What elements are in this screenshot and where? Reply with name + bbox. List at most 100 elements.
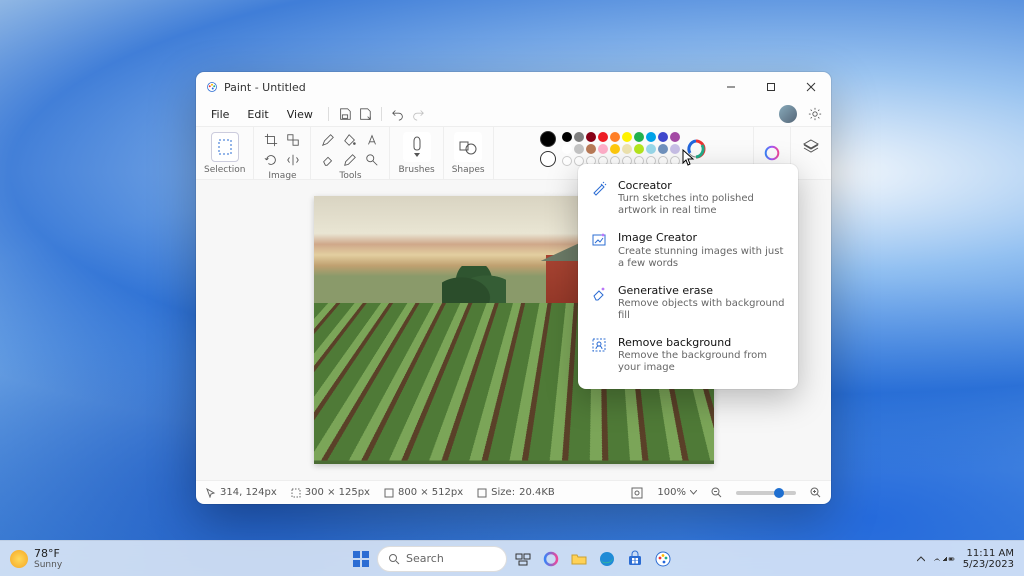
canvas-size: 800 × 512px bbox=[384, 487, 463, 498]
save-as-icon[interactable] bbox=[357, 106, 373, 122]
color-swatch[interactable] bbox=[598, 132, 608, 142]
copilot-item-desc: Remove objects with background fill bbox=[618, 298, 786, 322]
primary-color[interactable] bbox=[540, 131, 556, 147]
color-swatch[interactable] bbox=[586, 144, 596, 154]
settings-icon[interactable] bbox=[807, 106, 823, 122]
search-icon bbox=[388, 553, 400, 565]
color-swatch[interactable] bbox=[658, 132, 668, 142]
weather-cond: Sunny bbox=[34, 560, 62, 570]
zoom-in-icon[interactable] bbox=[810, 487, 821, 498]
group-brushes-label: Brushes bbox=[398, 165, 434, 175]
mouse-cursor bbox=[682, 149, 696, 167]
selection-size: 300 × 125px bbox=[291, 487, 370, 498]
system-tray[interactable]: 11:11 AM 5/23/2023 bbox=[917, 548, 1014, 570]
color-swatch[interactable] bbox=[646, 144, 656, 154]
copilot-taskbar-icon[interactable] bbox=[539, 547, 563, 571]
tray-status-icons[interactable] bbox=[933, 553, 955, 565]
task-view-icon[interactable] bbox=[511, 547, 535, 571]
weather-temp: 78°F bbox=[34, 547, 62, 560]
group-tools: Tools bbox=[311, 127, 390, 179]
flip-icon[interactable] bbox=[284, 151, 302, 169]
fill-icon[interactable] bbox=[341, 131, 359, 149]
close-button[interactable] bbox=[791, 72, 831, 102]
image-spark-icon bbox=[590, 231, 608, 249]
copilot-item-3[interactable]: Remove backgroundRemove the background f… bbox=[578, 329, 798, 381]
color-picker-icon[interactable] bbox=[341, 151, 359, 169]
file-size: Size: 20.4KB bbox=[477, 487, 555, 498]
color-swatch[interactable] bbox=[574, 144, 584, 154]
color-swatch[interactable] bbox=[574, 132, 584, 142]
color-swatch[interactable] bbox=[634, 144, 644, 154]
menu-file[interactable]: File bbox=[204, 106, 236, 123]
selection-tool[interactable] bbox=[211, 132, 239, 162]
group-selection-label: Selection bbox=[204, 165, 245, 175]
undo-icon[interactable] bbox=[390, 106, 406, 122]
maximize-button[interactable] bbox=[751, 72, 791, 102]
magnifier-icon[interactable] bbox=[363, 151, 381, 169]
color-swatch[interactable] bbox=[646, 132, 656, 142]
rotate-icon[interactable] bbox=[262, 151, 280, 169]
window-title: Paint - Untitled bbox=[224, 81, 306, 94]
group-brushes: Brushes bbox=[390, 127, 443, 179]
paint-app-icon bbox=[206, 81, 218, 93]
color-swatch[interactable] bbox=[622, 132, 632, 142]
minimize-button[interactable] bbox=[711, 72, 751, 102]
menu-edit[interactable]: Edit bbox=[240, 106, 275, 123]
color-swatch[interactable] bbox=[562, 132, 572, 142]
color-swatch[interactable] bbox=[634, 132, 644, 142]
brushes-button[interactable] bbox=[403, 132, 431, 162]
crop-icon[interactable] bbox=[262, 131, 280, 149]
taskbar-weather[interactable]: 78°F Sunny bbox=[10, 547, 62, 570]
clock-time: 11:11 AM bbox=[963, 548, 1014, 559]
group-shapes: Shapes bbox=[444, 127, 494, 179]
color-swatch[interactable] bbox=[670, 132, 680, 142]
taskbar[interactable]: 78°F Sunny Search 11:11 AM 5/23/2023 bbox=[0, 540, 1024, 576]
paint-taskbar-icon[interactable] bbox=[651, 547, 675, 571]
color-swatch[interactable] bbox=[622, 144, 632, 154]
eraser-icon[interactable] bbox=[319, 151, 337, 169]
menubar: File Edit View bbox=[196, 102, 831, 126]
remove-bg-icon bbox=[590, 336, 608, 354]
titlebar[interactable]: Paint - Untitled bbox=[196, 72, 831, 102]
color-swatch[interactable] bbox=[586, 132, 596, 142]
color-swatch[interactable] bbox=[562, 144, 572, 154]
fit-to-window-icon[interactable] bbox=[631, 487, 643, 499]
wand-icon bbox=[590, 179, 608, 197]
color-swatch-empty[interactable] bbox=[562, 156, 572, 166]
zoom-out-icon[interactable] bbox=[711, 487, 722, 498]
tray-chevron-icon[interactable] bbox=[917, 555, 925, 563]
color-swatch[interactable] bbox=[610, 132, 620, 142]
copilot-item-title: Cocreator bbox=[618, 179, 786, 193]
taskbar-search[interactable]: Search bbox=[377, 546, 507, 572]
layers-icon[interactable] bbox=[799, 135, 823, 159]
menu-view[interactable]: View bbox=[280, 106, 320, 123]
pencil-icon[interactable] bbox=[319, 131, 337, 149]
account-avatar[interactable] bbox=[779, 105, 797, 123]
color-swatch[interactable] bbox=[610, 144, 620, 154]
group-selection: Selection bbox=[196, 127, 254, 179]
copilot-item-1[interactable]: Image CreatorCreate stunning images with… bbox=[578, 224, 798, 276]
color-swatch[interactable] bbox=[670, 144, 680, 154]
color-swatch[interactable] bbox=[658, 144, 668, 154]
zoom-slider[interactable] bbox=[736, 491, 796, 495]
start-button[interactable] bbox=[349, 547, 373, 571]
resize-icon[interactable] bbox=[284, 131, 302, 149]
eraser-spark-icon bbox=[590, 284, 608, 302]
copilot-item-2[interactable]: Generative eraseRemove objects with back… bbox=[578, 277, 798, 329]
text-icon[interactable] bbox=[363, 131, 381, 149]
edge-icon[interactable] bbox=[595, 547, 619, 571]
zoom-value[interactable]: 100% bbox=[657, 487, 697, 498]
shapes-button[interactable] bbox=[454, 132, 482, 162]
copilot-item-0[interactable]: CocreatorTurn sketches into polished art… bbox=[578, 172, 798, 224]
color-palette[interactable] bbox=[562, 132, 680, 166]
copilot-item-title: Generative erase bbox=[618, 284, 786, 298]
cursor-position: 314, 124px bbox=[206, 487, 277, 498]
clock-date: 5/23/2023 bbox=[963, 559, 1014, 570]
save-icon[interactable] bbox=[337, 106, 353, 122]
redo-icon[interactable] bbox=[410, 106, 426, 122]
explorer-icon[interactable] bbox=[567, 547, 591, 571]
statusbar: 314, 124px 300 × 125px 800 × 512px Size:… bbox=[196, 480, 831, 504]
secondary-color[interactable] bbox=[540, 151, 556, 167]
color-swatch[interactable] bbox=[598, 144, 608, 154]
store-icon[interactable] bbox=[623, 547, 647, 571]
